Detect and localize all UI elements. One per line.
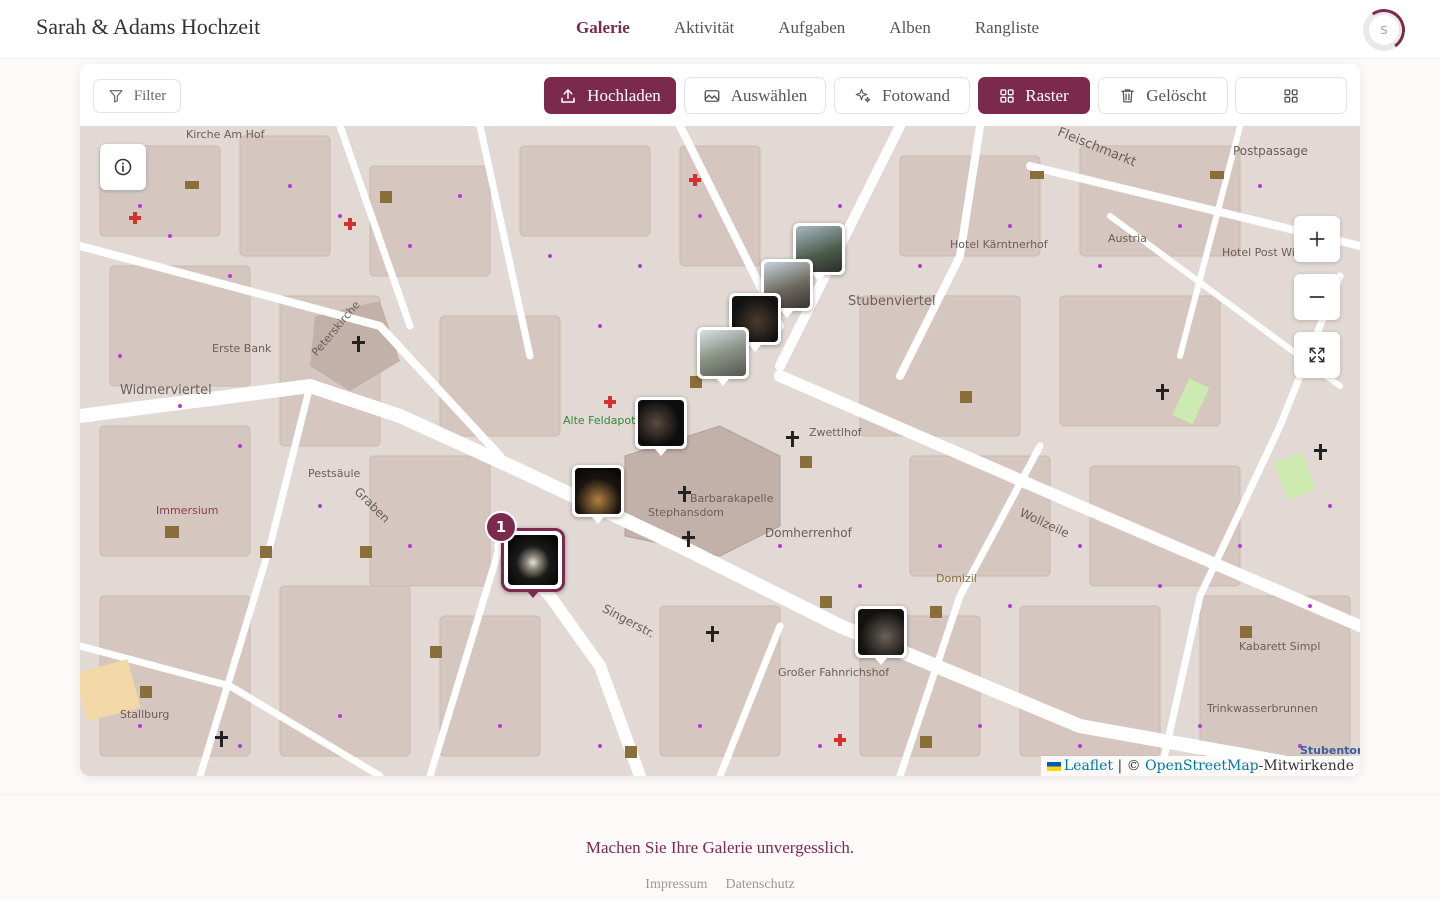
deleted-button[interactable]: Gelöscht	[1098, 77, 1228, 114]
upload-button[interactable]: Hochladen	[544, 77, 676, 114]
avatar-initial: S	[1369, 15, 1399, 45]
fullscreen-button[interactable]	[1294, 332, 1340, 378]
photo-thumbnail	[575, 468, 621, 514]
trash-icon	[1121, 89, 1135, 103]
nav-gallery[interactable]: Galerie	[576, 18, 630, 38]
leaflet-link[interactable]: Leaflet	[1064, 758, 1113, 774]
footer-tagline: Machen Sie Ihre Galerie unvergesslich.	[585, 838, 855, 857]
map-label-postpassage: Postpassage	[1233, 144, 1308, 158]
photo-map[interactable]: Kirche Am Hof Postpassage Fleischmarkt H…	[80, 126, 1360, 776]
map-label-barbarakapelle: Barbarakapelle	[690, 492, 774, 505]
map-info-button[interactable]	[100, 144, 146, 190]
map-label-pestsaule: Pestsäule	[308, 467, 361, 480]
privacy-link[interactable]: Datenschutz	[726, 877, 795, 893]
gallery-toolbar: Filter Hochladen Auswählen Fotowand Rast…	[80, 64, 1360, 126]
filter-icon	[109, 90, 123, 103]
plus-icon	[1309, 231, 1325, 247]
grid-button[interactable]: Raster	[978, 77, 1090, 114]
photo-thumbnail	[638, 400, 684, 446]
photowall-label: Fotowand	[882, 85, 950, 105]
image-icon	[704, 89, 720, 102]
photo-thumbnail	[508, 535, 558, 585]
layout-toggle-button[interactable]	[1235, 77, 1347, 114]
photowall-button[interactable]: Fotowand	[834, 77, 970, 114]
filter-button[interactable]: Filter	[93, 79, 181, 113]
photo-marker[interactable]	[697, 327, 749, 386]
expand-icon	[1309, 347, 1325, 363]
select-label: Auswählen	[730, 85, 808, 105]
cluster-count-badge: 1	[485, 511, 517, 543]
grid-icon	[1284, 88, 1298, 103]
map-label-trinkwasser: Trinkwasserbrunnen	[1207, 702, 1318, 715]
map-label-immersium: Immersium	[156, 504, 219, 517]
map-label-kirche-am-hof: Kirche Am Hof	[186, 128, 265, 141]
map-label-zwettlhof: Zwettlhof	[809, 426, 862, 439]
map-label-kabarett: Kabarett Simpl	[1239, 640, 1321, 653]
zoom-out-button[interactable]	[1294, 274, 1340, 320]
nav-leaderboard[interactable]: Rangliste	[975, 18, 1039, 38]
map-label-widmerviertel: Widmerviertel	[120, 383, 212, 398]
top-header: Sarah & Adams Hochzeit Galerie Aktivität…	[0, 0, 1440, 59]
sparkles-icon	[855, 88, 871, 103]
photo-marker[interactable]	[635, 397, 687, 456]
grid-icon	[1000, 88, 1014, 103]
nav-albums[interactable]: Alben	[889, 18, 931, 38]
upload-label: Hochladen	[587, 85, 661, 105]
map-tiles[interactable]	[80, 126, 1360, 776]
brand-title[interactable]: Sarah & Adams Hochzeit	[36, 14, 260, 40]
imprint-link[interactable]: Impressum	[645, 877, 707, 893]
photo-marker[interactable]	[572, 465, 624, 524]
filter-label: Filter	[133, 87, 167, 104]
upload-icon	[561, 88, 575, 103]
map-label-stallburg: Stallburg	[120, 708, 170, 721]
map-attribution: Leaflet | © OpenStreetMap-Mitwirkende	[1040, 756, 1360, 776]
photo-thumbnail	[858, 609, 904, 655]
map-label-stephansdom: Stephansdom	[648, 506, 724, 519]
photo-marker[interactable]	[855, 606, 907, 665]
info-icon	[114, 158, 132, 176]
minus-icon	[1309, 296, 1325, 298]
grid-label: Raster	[1025, 85, 1069, 105]
map-label-grosser-fahnrichshof: Großer Fahnrichshof	[778, 666, 890, 679]
select-button[interactable]: Auswählen	[684, 77, 826, 114]
nav-tasks[interactable]: Aufgaben	[778, 18, 845, 38]
user-avatar[interactable]: S	[1359, 5, 1409, 55]
map-label-stubenviertel: Stubenviertel	[848, 294, 936, 309]
attribution-separator: | ©	[1113, 758, 1146, 774]
gallery-card: Filter Hochladen Auswählen Fotowand Rast…	[80, 64, 1360, 776]
footer-links: Impressum Datenschutz	[0, 877, 1440, 893]
attribution-contributors: -Mitwirkende	[1258, 758, 1354, 774]
map-label-hotel-kaerntnerhof: Hotel Kärntnerhof	[950, 238, 1048, 251]
zoom-in-button[interactable]	[1294, 216, 1340, 262]
footer-divider	[0, 794, 1440, 795]
osm-link[interactable]: OpenStreetMap	[1145, 758, 1259, 774]
deleted-label: Gelöscht	[1146, 85, 1207, 105]
nav-activity[interactable]: Aktivität	[674, 18, 734, 38]
map-label-domherrenhof: Domherrenhof	[765, 526, 852, 540]
ukraine-flag-icon	[1046, 761, 1061, 771]
photo-thumbnail	[700, 330, 746, 376]
map-label-erste-bank: Erste Bank	[212, 342, 272, 355]
map-label-domizil: Domizil	[936, 572, 977, 585]
map-label-austria: Austria	[1108, 232, 1147, 245]
main-nav: Galerie Aktivität Aufgaben Alben Ranglis…	[554, 18, 1039, 38]
